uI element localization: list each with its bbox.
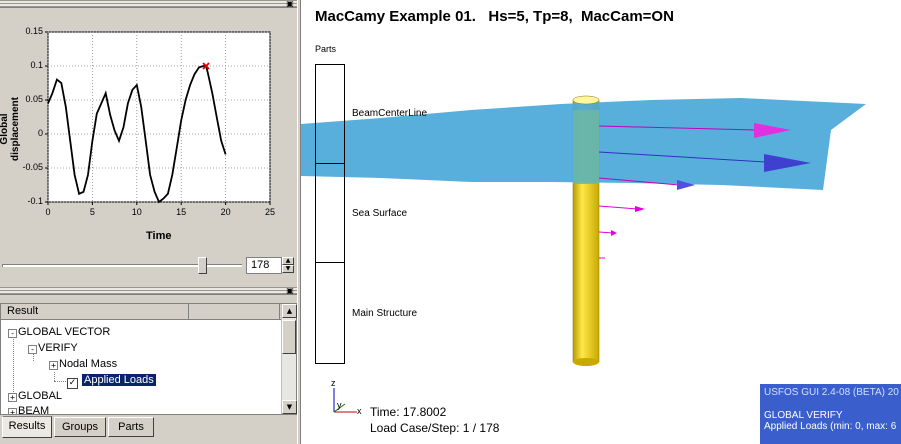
time-slider-row: 178 ▲ ▼ xyxy=(0,255,297,277)
x-tick-label: 15 xyxy=(176,207,187,217)
result-tree: Result - GLOBAL VECTOR - VERIFY + Nodal Mas… xyxy=(0,303,297,415)
result-panel-titlebar[interactable]: ▣ xyxy=(0,287,297,295)
y-tick-label: -0.05 xyxy=(22,162,43,172)
tree-scrollbar[interactable]: ▲ ▼ xyxy=(281,304,297,414)
tree-item-applied-loads[interactable]: ✓ Applied Loads xyxy=(67,373,156,389)
x-tick-label: 10 xyxy=(131,207,142,217)
tree-item-label: GLOBAL VECTOR xyxy=(18,326,111,338)
tree-item-label: VERIFY xyxy=(38,342,78,354)
y-tick-label: 0.1 xyxy=(30,60,43,70)
tab-groups[interactable]: Groups xyxy=(54,417,106,437)
legend-swatch-main-structure xyxy=(315,262,345,364)
pile-bottom xyxy=(573,358,599,366)
plot-panel-titlebar[interactable]: ▣ xyxy=(0,0,297,8)
expand-icon[interactable]: + xyxy=(8,408,17,414)
status-overlay: USFOS GUI 2.4-08 (BETA) 20 GLOBAL VERIFY… xyxy=(760,384,901,444)
tree-item-label: GLOBAL xyxy=(18,390,63,402)
tree-item-global[interactable]: + GLOBAL xyxy=(8,389,62,404)
plot-xlabel: Time xyxy=(146,230,172,242)
tree-item-global-vector[interactable]: - GLOBAL VECTOR xyxy=(8,325,110,340)
tree-column-empty[interactable] xyxy=(190,304,280,320)
legend-swatch-sea-surface xyxy=(315,163,345,263)
collapse-icon[interactable]: - xyxy=(28,345,37,354)
3d-scene xyxy=(301,95,866,413)
x-tick-label: 0 xyxy=(45,207,51,217)
x-tick-label: 20 xyxy=(220,207,231,217)
tree-item-nodal-mass[interactable]: + Nodal Mass xyxy=(49,357,117,372)
step-spinner[interactable]: ▲ ▼ xyxy=(282,257,294,274)
time-readout: Time: 17.8002 xyxy=(370,405,447,419)
model-title: MacCamy Example 01. Hs=5, Tp=8, MacCam=O… xyxy=(315,8,674,25)
spin-down-icon[interactable]: ▼ xyxy=(282,265,294,273)
expand-icon[interactable]: + xyxy=(8,393,17,402)
axis-label-y: y xyxy=(337,400,342,410)
3d-viewport[interactable]: MacCamy Example 01. Hs=5, Tp=8, MacCam=O… xyxy=(301,0,901,444)
tree-guide-line xyxy=(54,372,55,381)
displacement-plot xyxy=(45,31,271,205)
close-icon[interactable]: ▣ xyxy=(285,0,295,8)
scrollbar-thumb[interactable] xyxy=(282,320,296,354)
version-text: USFOS GUI 2.4-08 (BETA) 20 xyxy=(764,387,899,398)
load-arrow-icon xyxy=(635,206,645,212)
y-tick-label: 0 xyxy=(37,128,43,138)
tree-item-label: Applied Loads xyxy=(82,374,156,386)
legend-label-main-structure: Main Structure xyxy=(352,308,418,319)
legend-swatch-beamcenterline xyxy=(315,64,345,164)
y-tick-label: 0.15 xyxy=(25,26,43,36)
y-tick-label: -0.1 xyxy=(27,196,43,206)
time-slider-thumb[interactable] xyxy=(197,257,207,274)
pile-submerged-section xyxy=(573,110,599,184)
tab-parts[interactable]: Parts xyxy=(108,417,154,437)
tree-item-label: BEAM xyxy=(18,405,50,414)
tree-guide-line xyxy=(54,381,66,382)
axis-label-x: x xyxy=(357,406,362,416)
x-tick-label: 25 xyxy=(264,207,275,217)
load-arrow-icon xyxy=(611,230,617,236)
y-tick-label: 0.05 xyxy=(25,94,43,104)
tree-header: Result xyxy=(1,304,296,320)
step-input[interactable]: 178 xyxy=(246,257,282,274)
scroll-up-icon[interactable]: ▲ xyxy=(282,304,297,318)
status-result-range: Applied Loads (min: 0, max: 6 xyxy=(764,421,897,432)
tree-column-result[interactable]: Result xyxy=(1,304,189,320)
legend-label-beamcenterline: BeamCenterLine xyxy=(352,108,428,119)
plot-panel: Global displacement Time 0.15 0.1 0.05 0 -0.… xyxy=(0,10,297,254)
tree-item-label: Nodal Mass xyxy=(59,358,118,370)
expand-icon[interactable]: + xyxy=(49,361,58,370)
legend-title: Parts xyxy=(315,44,337,54)
plot-area xyxy=(47,31,271,203)
axis-label-z: z xyxy=(331,378,336,388)
tree-item-beam[interactable]: + BEAM xyxy=(8,404,49,414)
close-icon[interactable]: ▣ xyxy=(285,287,295,295)
step-readout: Load Case/Step: 1 / 178 xyxy=(370,421,500,435)
scroll-down-icon[interactable]: ▼ xyxy=(282,400,297,414)
left-panel: ▣ Global displacement Time 0.15 0.1 0.05 0-… xyxy=(0,0,297,444)
x-tick-label: 5 xyxy=(89,207,95,217)
collapse-icon[interactable]: - xyxy=(8,329,17,338)
tree-item-verify[interactable]: - VERIFY xyxy=(28,341,78,356)
pile-top xyxy=(572,95,600,105)
status-result-type: GLOBAL VERIFY xyxy=(764,410,843,421)
spin-up-icon[interactable]: ▲ xyxy=(282,257,294,265)
panel-tabs: Results Groups Parts xyxy=(0,416,297,444)
legend-label-sea-surface: Sea Surface xyxy=(352,208,408,219)
applied-loads-checkbox[interactable]: ✓ xyxy=(67,378,78,389)
tab-results[interactable]: Results xyxy=(2,416,52,438)
